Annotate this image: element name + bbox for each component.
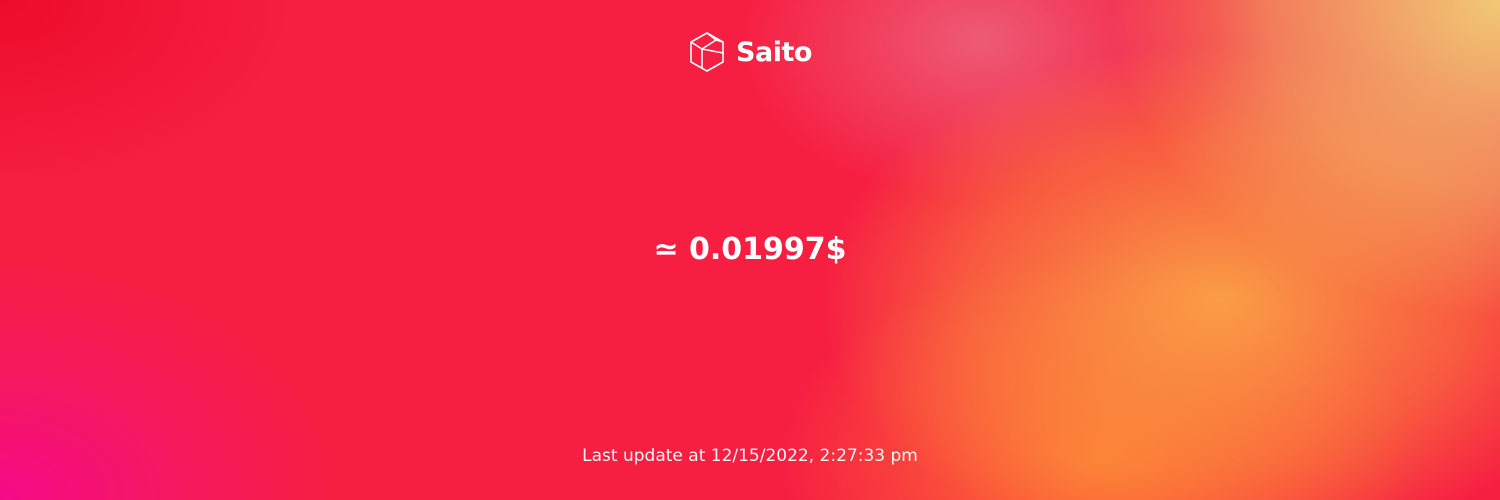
brand-name: Saito: [736, 36, 812, 68]
cube-logo-icon: [690, 32, 724, 72]
brand-header: Saito: [0, 31, 1500, 73]
price-value: ≃ 0.01997$: [653, 232, 847, 267]
last-update-timestamp: Last update at 12/15/2022, 2:27:33 pm: [582, 446, 918, 466]
